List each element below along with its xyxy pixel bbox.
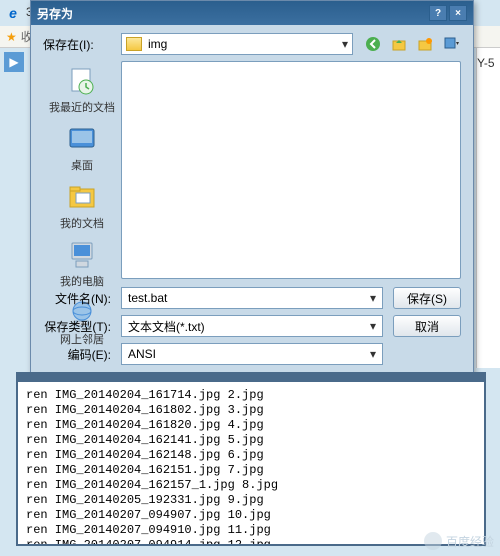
star-icon: ★ [6,30,17,44]
text-editor-window: ren IMG_20140204_161714.jpg 2.jpg ren IM… [16,372,486,546]
my-computer-icon [66,239,98,271]
filename-label: 文件名(N): [43,290,121,307]
filetype-label: 保存类型(T): [43,318,121,335]
baidu-paw-icon [424,532,442,550]
encoding-select[interactable]: ANSI ▾ [121,343,383,365]
file-list-pane[interactable] [121,61,461,279]
save-as-dialog: 另存为 ? × 保存在(I): img ▾ 我最近的文档 [30,0,474,384]
sidebar-desktop[interactable]: 桌面 [64,121,100,175]
chevron-down-icon[interactable]: ▾ [370,291,376,305]
location-combo[interactable]: img ▾ [121,33,353,55]
sidebar-my-computer[interactable]: 我的电脑 [58,237,106,291]
dialog-title: 另存为 [37,5,427,22]
sidebar-recent-documents[interactable]: 我最近的文档 [47,63,117,117]
help-button[interactable]: ? [429,5,447,21]
folder-icon [126,37,142,51]
nav-arrow-button[interactable]: ▶ [4,52,24,72]
chevron-down-icon[interactable]: ▾ [370,347,376,361]
places-sidebar: 我最近的文档 桌面 我的文档 我的电脑 网上邻居 [43,61,121,279]
up-folder-icon[interactable] [389,34,409,54]
close-button[interactable]: × [449,5,467,21]
filename-input[interactable]: test.bat ▾ [121,287,383,309]
my-documents-icon [66,181,98,213]
location-value: img [148,37,167,51]
back-icon[interactable] [363,34,383,54]
text-editor-content[interactable]: ren IMG_20140204_161714.jpg 2.jpg ren IM… [18,382,484,546]
recent-docs-icon [66,65,98,97]
right-panel-fragment: Y-5 一实 呆存 [476,48,500,368]
chevron-down-icon[interactable]: ▾ [342,37,348,51]
location-label: 保存在(I): [43,36,121,53]
save-button[interactable]: 保存(S) [393,287,461,309]
watermark: 百度经验 [424,532,494,550]
view-menu-icon[interactable] [441,34,461,54]
new-folder-icon[interactable] [415,34,435,54]
cancel-button[interactable]: 取消 [393,315,461,337]
dialog-titlebar[interactable]: 另存为 ? × [31,1,473,25]
sidebar-my-documents[interactable]: 我的文档 [58,179,106,233]
chevron-down-icon[interactable]: ▾ [370,319,376,333]
desktop-icon [66,123,98,155]
encoding-label: 编码(E): [43,346,121,363]
ie-icon: e [4,4,22,22]
filetype-select[interactable]: 文本文档(*.txt) ▾ [121,315,383,337]
